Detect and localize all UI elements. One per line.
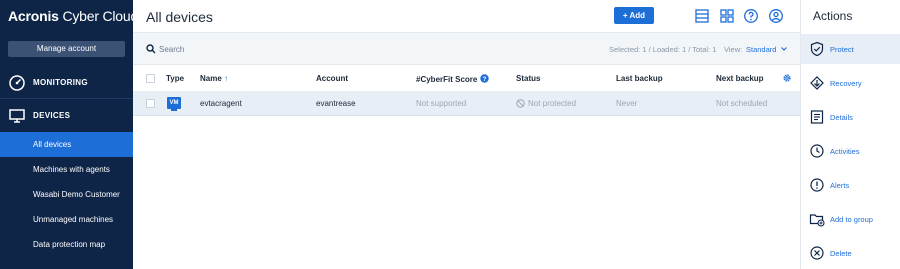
- device-next-backup: Not scheduled: [716, 99, 768, 108]
- top-bar: All devices + Add: [133, 0, 800, 33]
- user-icon[interactable]: [768, 8, 784, 24]
- row-checkbox[interactable]: [146, 99, 155, 108]
- nav-devices[interactable]: DEVICES: [0, 99, 133, 132]
- action-activities-label: Activities: [830, 146, 860, 156]
- sidebar-item-machines-with-agents[interactable]: Machines with agents: [0, 157, 133, 182]
- sidebar-item-unmanaged-machines[interactable]: Unmanaged machines: [0, 207, 133, 232]
- product-name: Cyber Cloud: [62, 8, 139, 24]
- action-add-to-group[interactable]: Add to group: [801, 204, 900, 234]
- search-input[interactable]: Search: [159, 45, 184, 54]
- column-name-label: Name: [200, 74, 222, 83]
- add-button[interactable]: + Add: [614, 7, 654, 24]
- svg-text:?: ?: [482, 76, 486, 83]
- sort-arrow-up-icon: ↑: [224, 74, 229, 83]
- action-details[interactable]: Details: [801, 102, 900, 132]
- sidebar-item-wasabi-demo-customer[interactable]: Wasabi Demo Customer: [0, 182, 133, 207]
- column-cyberfit[interactable]: #CyberFit Score ?: [416, 74, 489, 84]
- sidebar-item-all-devices[interactable]: All devices: [0, 132, 133, 157]
- brand-logo[interactable]: Acronis Cyber Cloud: [8, 8, 138, 24]
- action-add-to-group-label: Add to group: [830, 214, 873, 224]
- main-content: All devices + Add Search Selected: 1 / L…: [133, 0, 800, 269]
- action-delete[interactable]: Delete: [801, 238, 900, 268]
- actions-title: Actions: [813, 9, 853, 23]
- manage-account-button[interactable]: Manage account: [8, 41, 125, 57]
- device-last-backup: Never: [616, 99, 638, 108]
- nav-monitoring-label: MONITORING: [33, 78, 88, 87]
- gear-icon[interactable]: [782, 73, 792, 83]
- column-type[interactable]: Type: [166, 74, 184, 83]
- selection-counts: Selected: 1 / Loaded: 1 / Total: 1: [609, 45, 717, 54]
- not-protected-icon: [516, 99, 525, 108]
- list-toolbar: Search Selected: 1 / Loaded: 1 / Total: …: [133, 33, 800, 65]
- actions-panel: Actions Protect Recovery Details Activit…: [800, 0, 900, 269]
- clock-icon: [810, 144, 824, 158]
- column-next-backup[interactable]: Next backup: [716, 74, 764, 83]
- device-account: evantrease: [316, 99, 356, 108]
- device-name[interactable]: evtacragent: [200, 99, 242, 108]
- recovery-icon: [810, 76, 824, 90]
- action-protect[interactable]: Protect: [801, 34, 900, 64]
- action-alerts-label: Alerts: [830, 180, 850, 190]
- table-row[interactable]: VM evtacragent evantrease Not supported …: [133, 91, 800, 116]
- grid-icon[interactable]: [719, 8, 735, 24]
- device-status: Not protected: [528, 99, 577, 108]
- vm-stand: [171, 109, 177, 111]
- page-title: All devices: [146, 9, 213, 25]
- nav-devices-label: DEVICES: [33, 111, 71, 120]
- alert-icon: [810, 178, 824, 192]
- column-account[interactable]: Account: [316, 74, 348, 83]
- sidebar-item-data-protection-map[interactable]: Data protection map: [0, 232, 133, 257]
- action-activities[interactable]: Activities: [801, 136, 900, 166]
- shield-check-icon: [810, 41, 824, 57]
- column-cyberfit-label: #CyberFit Score: [416, 75, 478, 84]
- column-name[interactable]: Name ↑: [200, 74, 228, 83]
- sidebar: Acronis Cyber Cloud Manage account MONIT…: [0, 0, 138, 269]
- nav-monitoring[interactable]: MONITORING: [0, 66, 133, 99]
- action-delete-label: Delete: [830, 248, 852, 258]
- info-icon[interactable]: ?: [479, 74, 489, 83]
- brand-name: Acronis: [8, 8, 59, 24]
- monitor-icon: [9, 108, 25, 123]
- action-recovery-label: Recovery: [830, 78, 862, 88]
- device-cyberfit: Not supported: [416, 99, 467, 108]
- folder-add-icon: [809, 214, 825, 227]
- action-recovery[interactable]: Recovery: [801, 68, 900, 98]
- vm-type-icon: VM: [167, 97, 181, 109]
- column-last-backup[interactable]: Last backup: [616, 74, 663, 83]
- help-icon[interactable]: [743, 8, 759, 24]
- action-details-label: Details: [830, 112, 853, 122]
- details-icon: [810, 110, 824, 124]
- chevron-down-icon[interactable]: [780, 45, 788, 53]
- select-all-checkbox[interactable]: [146, 74, 155, 83]
- view-selector[interactable]: Standard: [746, 45, 776, 54]
- column-status[interactable]: Status: [516, 74, 540, 83]
- delete-icon: [810, 246, 824, 260]
- gauge-icon: [9, 74, 25, 91]
- view-label: View:: [724, 45, 743, 54]
- action-protect-label: Protect: [830, 44, 854, 54]
- table-header: Type Name ↑ Account #CyberFit Score ? St…: [133, 65, 800, 91]
- search-icon[interactable]: [146, 44, 156, 54]
- action-alerts[interactable]: Alerts: [801, 170, 900, 200]
- columns-icon[interactable]: [694, 8, 710, 24]
